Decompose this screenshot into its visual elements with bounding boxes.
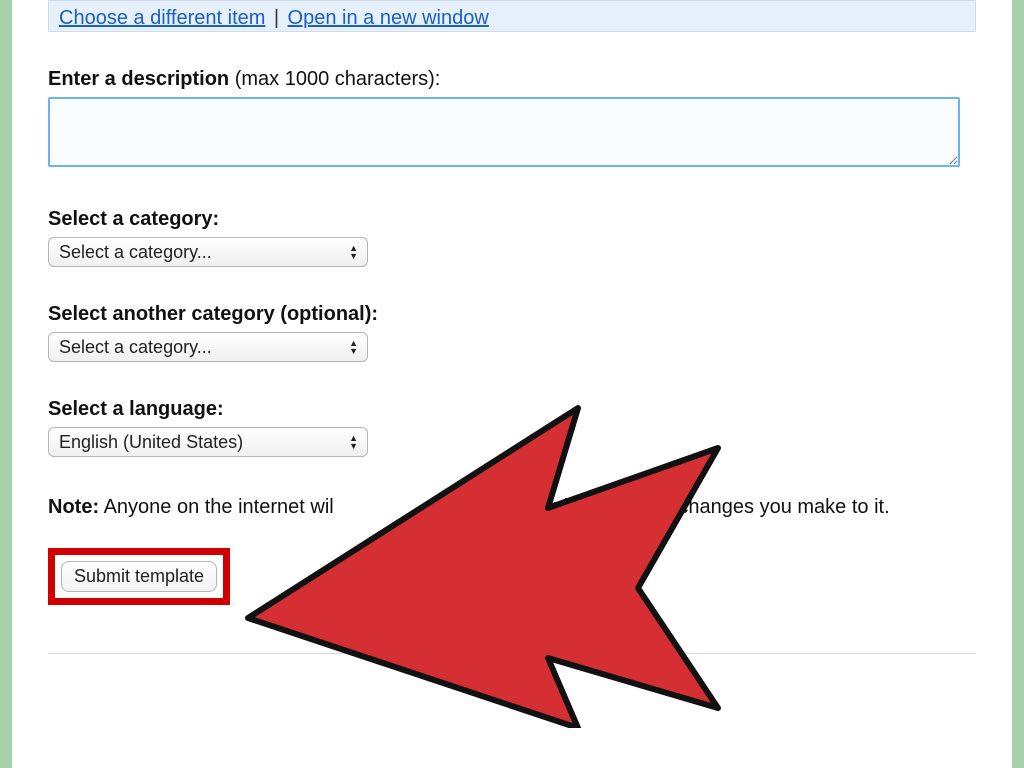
category2-field: Select another category (optional): Sele… (48, 303, 976, 362)
info-box: Choose a different item | Open in a new … (48, 0, 976, 32)
submit-row: Submit template (48, 548, 976, 605)
language-select[interactable]: English (United States) (48, 427, 368, 457)
category2-select[interactable]: Select a category... (48, 332, 368, 362)
description-field: Enter a description (max 1000 characters… (48, 68, 976, 172)
choose-item-link[interactable]: Choose a different item (59, 7, 265, 29)
category-select[interactable]: Select a category... (48, 237, 368, 267)
highlight-box: Submit template (48, 548, 230, 605)
language-label: Select a language: (48, 398, 976, 421)
link-separator: | (274, 7, 279, 29)
category2-label: Select another category (optional): (48, 303, 976, 326)
description-input[interactable] (48, 97, 960, 167)
description-label: Enter a description (max 1000 characters… (48, 68, 976, 91)
category-field: Select a category: Select a category... … (48, 208, 976, 267)
open-window-link[interactable]: Open in a new window (288, 7, 489, 29)
divider (48, 653, 976, 654)
category-label: Select a category: (48, 208, 976, 231)
language-field: Select a language: English (United State… (48, 398, 976, 457)
note-text: Note: Anyone on the internet will be abl… (48, 493, 976, 522)
submit-template-button[interactable]: Submit template (61, 561, 217, 592)
